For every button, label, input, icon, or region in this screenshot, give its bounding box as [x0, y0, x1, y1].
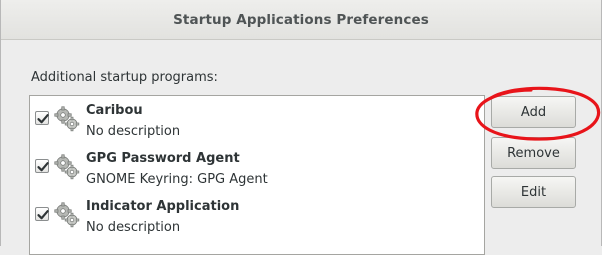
checkmark-icon [37, 114, 49, 124]
titlebar[interactable]: Startup Applications Preferences [1, 0, 601, 40]
checkmark-icon [37, 210, 49, 220]
list-item[interactable]: Indicator Application No description [30, 192, 484, 240]
gears-icon [54, 154, 80, 180]
gears-icon [54, 106, 80, 132]
list-item[interactable]: Caribou No description [30, 96, 484, 144]
enable-checkbox[interactable] [35, 207, 49, 221]
add-button[interactable]: Add [491, 96, 576, 128]
list-item[interactable]: GPG Password Agent GNOME Keyring: GPG Ag… [30, 144, 484, 192]
gears-icon [54, 202, 80, 228]
remove-button[interactable]: Remove [491, 137, 576, 169]
program-description: No description [86, 220, 181, 235]
program-description: GNOME Keyring: GPG Agent [86, 172, 268, 187]
startup-programs-list[interactable]: Caribou No description GPG Password Agen… [29, 95, 485, 255]
program-description: No description [86, 124, 181, 139]
section-label: Additional startup programs: [31, 70, 218, 85]
program-name: Indicator Application [86, 199, 240, 214]
checkmark-icon [37, 162, 49, 172]
window-title: Startup Applications Preferences [173, 11, 429, 28]
program-name: GPG Password Agent [86, 151, 240, 166]
program-name: Caribou [86, 103, 143, 118]
enable-checkbox[interactable] [35, 111, 49, 125]
startup-applications-window: Startup Applications Preferences Additio… [0, 0, 602, 255]
enable-checkbox[interactable] [35, 159, 49, 173]
edit-button[interactable]: Edit [491, 176, 576, 208]
